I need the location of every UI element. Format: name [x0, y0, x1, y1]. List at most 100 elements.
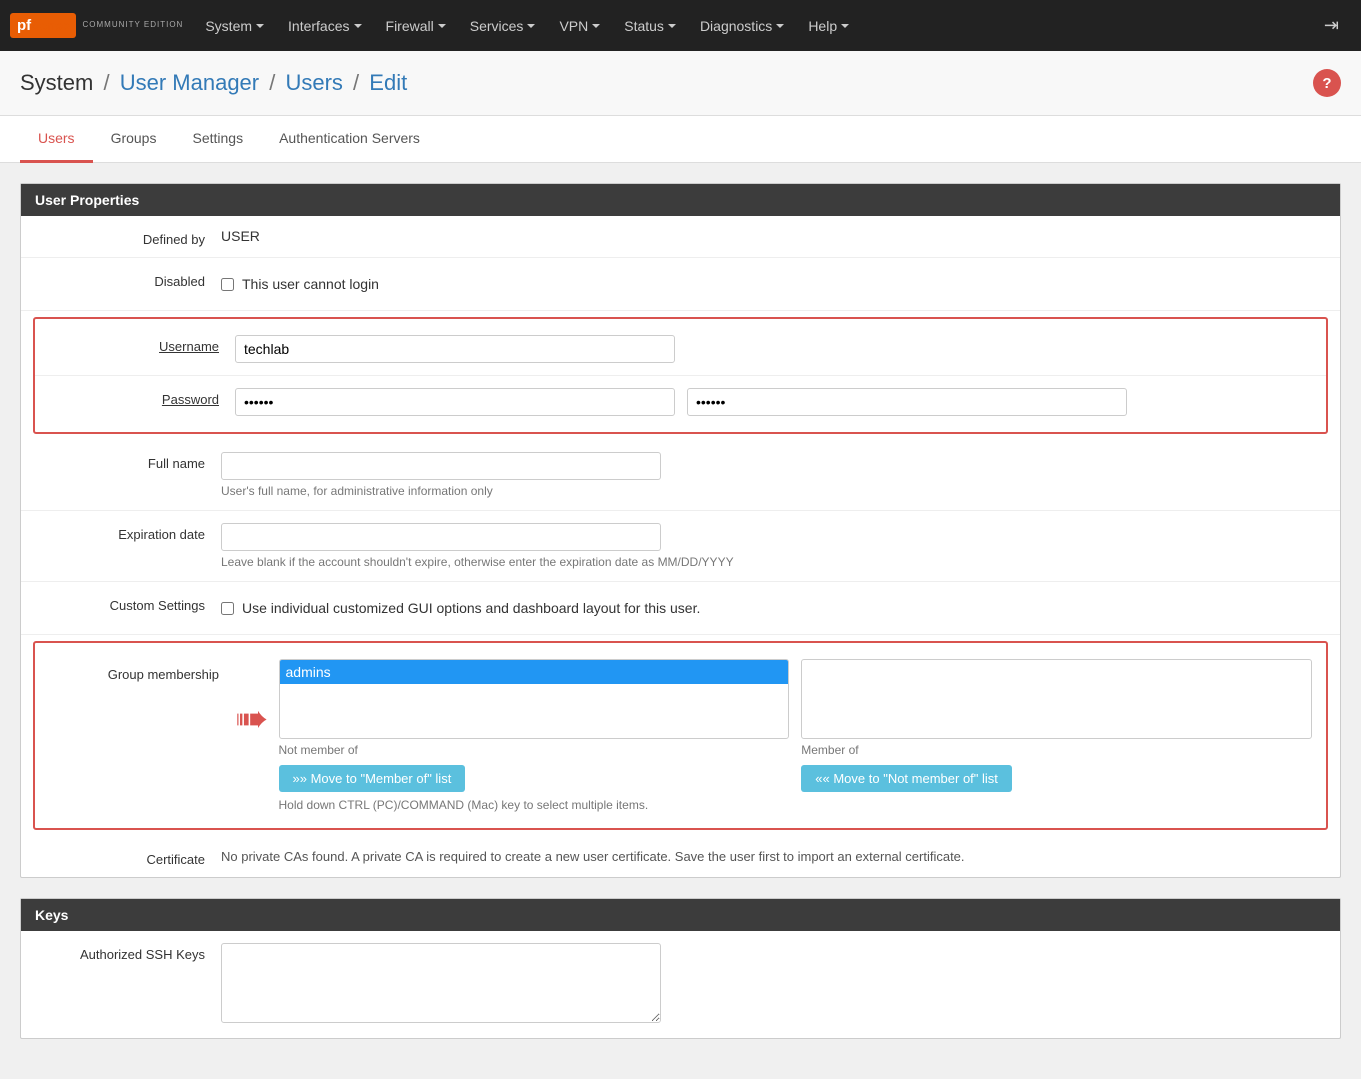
chevron-down-icon	[592, 24, 600, 28]
logout-button[interactable]: ⇥	[1312, 0, 1351, 51]
row-ssh-keys: Authorized SSH Keys	[21, 931, 1340, 1038]
label-defined-by: Defined by	[21, 226, 221, 247]
credentials-highlight: Username Password	[33, 317, 1328, 434]
row-defined-by: Defined by USER	[21, 216, 1340, 258]
group-membership-highlight: Group membership ➠	[33, 641, 1328, 830]
chevron-down-icon	[527, 24, 535, 28]
breadcrumb-area: System / User Manager / Users / Edit ?	[0, 51, 1361, 116]
expiration-date-input[interactable]	[221, 523, 661, 551]
expiration-date-hint: Leave blank if the account shouldn't exp…	[221, 555, 1326, 569]
row-disabled: Disabled This user cannot login	[21, 258, 1340, 311]
bc-edit[interactable]: Edit	[369, 70, 407, 95]
brand: pfSense COMMUNITY EDITION	[10, 13, 183, 38]
group-lists-row: admins Not member of Member of	[279, 659, 1312, 757]
main-content: User Properties Defined by USER Disabled…	[0, 163, 1361, 1079]
username-input[interactable]	[235, 335, 675, 363]
chevron-down-icon	[438, 24, 446, 28]
row-custom-settings: Custom Settings Use individual customize…	[21, 582, 1340, 635]
field-full-name: User's full name, for administrative inf…	[221, 450, 1340, 500]
member-list[interactable]	[801, 659, 1312, 739]
red-arrow-icon: ➠	[235, 699, 269, 739]
full-name-input[interactable]	[221, 452, 661, 480]
full-name-hint: User's full name, for administrative inf…	[221, 484, 1326, 498]
bc-sep-1: /	[103, 70, 115, 95]
label-disabled: Disabled	[21, 268, 221, 289]
defined-by-value: USER	[221, 228, 260, 244]
not-member-label: Not member of	[279, 743, 790, 757]
nav-status[interactable]: Status	[612, 0, 688, 51]
section-header-keys: Keys	[21, 899, 1340, 931]
not-member-list[interactable]: admins	[279, 659, 790, 739]
field-certificate: No private CAs found. A private CA is re…	[221, 846, 1340, 866]
group-membership-content: ➠ admins Not member of	[235, 659, 1312, 812]
password-confirm-input[interactable]	[687, 388, 1127, 416]
tabs-bar: Users Groups Settings Authentication Ser…	[0, 116, 1361, 163]
tab-settings[interactable]: Settings	[174, 116, 261, 163]
row-certificate: Certificate No private CAs found. A priv…	[21, 836, 1340, 877]
user-properties-section: User Properties Defined by USER Disabled…	[20, 183, 1341, 878]
row-username: Username	[35, 323, 1326, 376]
field-group-membership: ➠ admins Not member of	[235, 657, 1326, 814]
bc-system: System	[20, 70, 93, 95]
label-certificate: Certificate	[21, 846, 221, 867]
field-custom-settings: Use individual customized GUI options an…	[221, 592, 1340, 624]
field-expiration-date: Leave blank if the account shouldn't exp…	[221, 521, 1340, 571]
move-to-member-button[interactable]: »» Move to "Member of" list	[279, 765, 466, 792]
field-password	[235, 386, 1326, 418]
lists-area: admins Not member of Member of	[279, 659, 1312, 812]
label-username: Username	[35, 333, 235, 354]
nav-firewall[interactable]: Firewall	[374, 0, 458, 51]
move-to-not-member-col: «« Move to "Not member of" list	[801, 765, 1312, 792]
certificate-value: No private CAs found. A private CA is re…	[221, 843, 965, 870]
member-col: Member of	[801, 659, 1312, 757]
nav-interfaces[interactable]: Interfaces	[276, 0, 373, 51]
bc-sep-2: /	[269, 70, 281, 95]
field-defined-by: USER	[221, 226, 1340, 246]
group-option-admins[interactable]: admins	[280, 660, 789, 684]
group-buttons-row: »» Move to "Member of" list «« Move to "…	[279, 765, 1312, 792]
tab-groups[interactable]: Groups	[93, 116, 175, 163]
help-button[interactable]: ?	[1313, 69, 1341, 97]
field-ssh-keys	[221, 941, 1340, 1028]
row-expiration-date: Expiration date Leave blank if the accou…	[21, 511, 1340, 582]
chevron-down-icon	[668, 24, 676, 28]
double-chevron-right-icon: »»	[293, 771, 311, 786]
disabled-checkbox[interactable]	[221, 278, 234, 291]
disabled-checkbox-label: This user cannot login	[242, 276, 379, 292]
password-input[interactable]	[235, 388, 675, 416]
label-group-membership: Group membership	[35, 657, 235, 682]
navbar: pfSense COMMUNITY EDITION System Interfa…	[0, 0, 1361, 51]
nav-vpn[interactable]: VPN	[547, 0, 612, 51]
breadcrumb: System / User Manager / Users / Edit	[20, 70, 407, 96]
nav-services[interactable]: Services	[458, 0, 548, 51]
nav-help[interactable]: Help	[796, 0, 861, 51]
chevron-down-icon	[841, 24, 849, 28]
logo: pfSense	[10, 13, 76, 38]
tab-authentication-servers[interactable]: Authentication Servers	[261, 116, 438, 163]
custom-settings-checkbox[interactable]	[221, 602, 234, 615]
member-label: Member of	[801, 743, 1312, 757]
field-disabled: This user cannot login	[221, 268, 1340, 300]
row-group-membership: Group membership ➠	[35, 647, 1326, 824]
double-chevron-left-icon: ««	[815, 771, 833, 786]
label-ssh-keys: Authorized SSH Keys	[21, 941, 221, 962]
bc-user-manager[interactable]: User Manager	[120, 70, 259, 95]
bc-users[interactable]: Users	[285, 70, 342, 95]
chevron-down-icon	[776, 24, 784, 28]
logo-sense: Sense	[31, 18, 69, 33]
label-custom-settings: Custom Settings	[21, 592, 221, 613]
row-password: Password	[35, 376, 1326, 428]
field-username	[235, 333, 1326, 365]
logo-pf: pf	[17, 17, 31, 34]
label-expiration-date: Expiration date	[21, 521, 221, 542]
section-header-user-properties: User Properties	[21, 184, 1340, 216]
move-to-member-col: »» Move to "Member of" list	[279, 765, 790, 792]
nav-diagnostics[interactable]: Diagnostics	[688, 0, 796, 51]
move-to-not-member-button[interactable]: «« Move to "Not member of" list	[801, 765, 1012, 792]
tab-users[interactable]: Users	[20, 116, 93, 163]
password-fields	[235, 388, 1312, 416]
label-password: Password	[35, 386, 235, 407]
nav-system[interactable]: System	[193, 0, 276, 51]
ssh-keys-textarea[interactable]	[221, 943, 661, 1023]
keys-section: Keys Authorized SSH Keys	[20, 898, 1341, 1039]
